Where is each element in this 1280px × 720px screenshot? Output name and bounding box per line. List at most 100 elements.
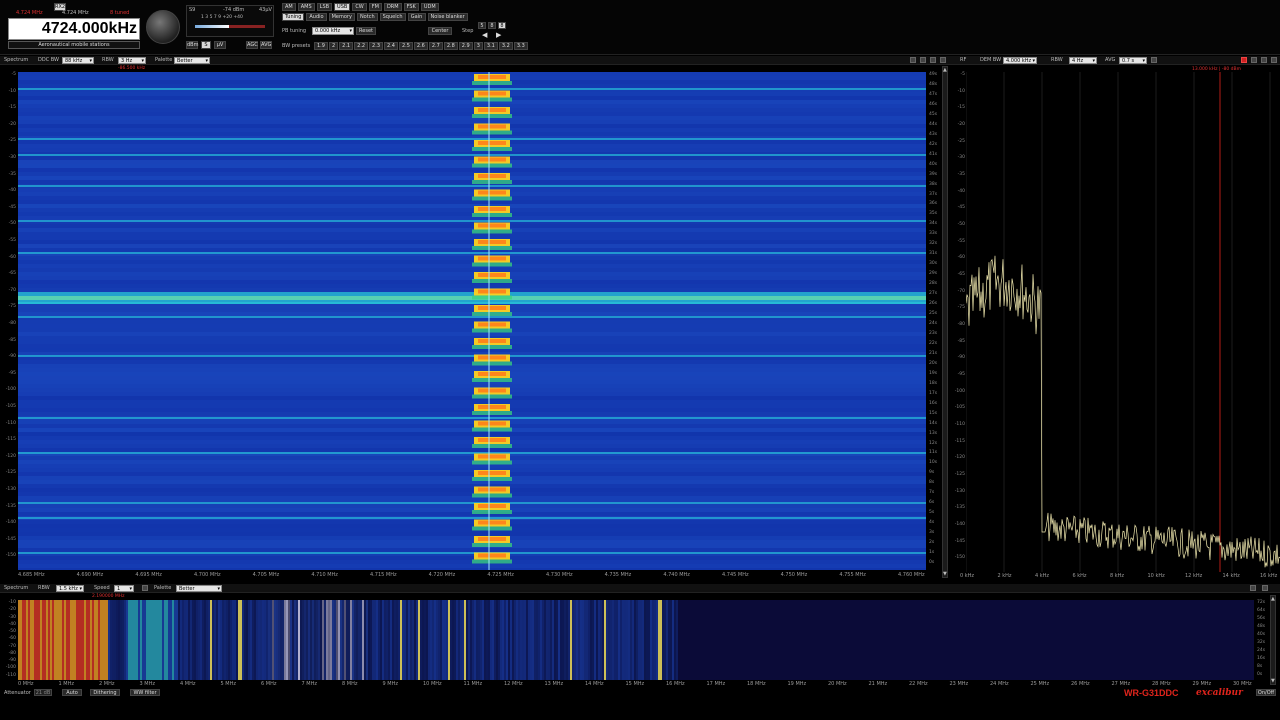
step-up-button[interactable]: 8 — [498, 22, 506, 29]
close-icon[interactable] — [940, 57, 946, 63]
band-column — [244, 600, 246, 680]
rf-rbw-select[interactable]: 4 Hz — [1069, 57, 1097, 65]
palette-select[interactable]: Better — [174, 57, 210, 65]
bw-preset-button[interactable]: 2 — [328, 42, 339, 50]
auto-button[interactable]: Auto — [62, 689, 82, 696]
center-button[interactable]: Center — [428, 27, 452, 35]
band-column — [668, 600, 670, 680]
tab-memory[interactable]: Memory — [328, 13, 355, 21]
tab-notch[interactable]: Notch — [356, 13, 378, 21]
ww-filter-button[interactable]: WW filter — [130, 689, 160, 696]
scroll-up-icon[interactable]: ▲ — [943, 67, 947, 73]
band-scroll-up-icon[interactable]: ▲ — [1271, 596, 1275, 602]
bw-preset-button[interactable]: 3.1 — [483, 42, 498, 50]
avg-button[interactable]: AVG — [260, 41, 272, 49]
signal-burst-core — [478, 223, 506, 228]
bw-preset-button[interactable]: 3 — [473, 42, 483, 50]
rbw-select[interactable]: 3 Hz — [118, 57, 146, 65]
bw-preset-button[interactable]: 2.9 — [458, 42, 473, 50]
dem-bw-select[interactable]: 4.000 kHz — [1003, 57, 1037, 65]
band-rbw-select[interactable]: 1.5 kHz — [56, 585, 84, 593]
step-right-icon[interactable]: ▶ — [496, 31, 501, 39]
attenuator-value[interactable]: 21 dB — [34, 689, 52, 696]
power-button[interactable]: On/Off — [1256, 689, 1276, 696]
mode-fsk-button[interactable]: FSK — [403, 3, 419, 11]
band-column — [472, 600, 474, 680]
step-down-button[interactable]: 5 — [478, 22, 486, 29]
band-column — [484, 600, 486, 680]
bw-preset-button[interactable]: 2.6 — [413, 42, 428, 50]
band-column — [58, 600, 60, 680]
band-minimize-icon[interactable] — [1250, 585, 1256, 591]
bw-preset-button[interactable]: 2.1 — [339, 42, 354, 50]
tab-tuning[interactable]: Tuning — [282, 13, 305, 21]
band-column — [568, 600, 570, 680]
scroll-down-icon[interactable]: ▼ — [943, 571, 947, 577]
bw-preset-button[interactable]: 3.3 — [513, 42, 528, 50]
band-maximize-icon[interactable] — [1262, 585, 1268, 591]
tuning-knob[interactable] — [146, 10, 180, 44]
mode-usb-button[interactable]: USB — [334, 3, 351, 11]
waterfall-display[interactable] — [18, 72, 926, 570]
ddc-bw-select[interactable]: 88 kHz — [62, 57, 94, 65]
bottom-bar: Attenuator 21 dB Auto Dithering WW filte… — [0, 688, 1280, 720]
bw-preset-button[interactable]: 2.3 — [369, 42, 383, 50]
agc-button[interactable]: AGC — [246, 41, 258, 49]
uv-button[interactable]: µV — [214, 41, 226, 49]
avg-select[interactable]: 0.7 s — [1119, 57, 1147, 65]
bw-preset-button[interactable]: 2.2 — [354, 42, 369, 50]
rf-minimize-icon[interactable] — [1251, 57, 1257, 63]
band-column — [392, 600, 394, 680]
minimize-icon[interactable] — [920, 57, 926, 63]
mode-udm-button[interactable]: UDM — [420, 3, 439, 11]
mode-fm-button[interactable]: FM — [368, 3, 382, 11]
tab-squelch[interactable]: Squelch — [379, 13, 406, 21]
mode-cw-button[interactable]: CW — [352, 3, 367, 11]
band-palette-select[interactable]: Better — [176, 585, 222, 593]
dbm-button[interactable]: dBm — [186, 41, 198, 49]
band-settings-icon[interactable] — [142, 585, 148, 591]
band-column — [548, 600, 550, 680]
band-column — [228, 600, 230, 680]
mode-ams-button[interactable]: AMS — [297, 3, 315, 11]
bw-preset-button[interactable]: 2.4 — [384, 42, 398, 50]
band-waterfall[interactable] — [18, 600, 1254, 680]
frequency-display[interactable]: 4724.000kHz — [8, 18, 140, 40]
bw-preset-button[interactable]: 3.2 — [498, 42, 513, 50]
waterfall-noise-row — [18, 304, 926, 308]
rf-close-icon[interactable] — [1271, 57, 1277, 63]
audio-spectrum-display[interactable] — [966, 72, 1280, 572]
tab-noise-blanker[interactable]: Noise blanker — [427, 13, 468, 21]
speed-select[interactable]: 1 — [114, 585, 134, 593]
step-mid-button[interactable]: 8 — [488, 22, 496, 29]
record-icon[interactable] — [1241, 57, 1247, 63]
band-column — [196, 600, 198, 680]
s-meter-scale: 1 3 5 7 9 +20 +40 — [201, 15, 243, 20]
bw-preset-button[interactable]: 2.7 — [428, 42, 443, 50]
band-column — [54, 600, 56, 680]
waterfall-scrollbar[interactable]: ▲ ▼ — [942, 66, 948, 578]
rf-maximize-icon[interactable] — [1261, 57, 1267, 63]
pb-tuning-input[interactable]: 0.000 kHz — [312, 27, 354, 35]
s-button[interactable]: S — [201, 41, 211, 49]
band-column — [482, 600, 484, 680]
tab-audio[interactable]: Audio — [306, 13, 327, 21]
tab-gain[interactable]: Gain — [407, 13, 426, 21]
maximize-icon[interactable] — [930, 57, 936, 63]
step-left-icon[interactable]: ◀ — [482, 31, 487, 39]
axis-tick-label: -50 — [8, 221, 16, 227]
mode-drm-button[interactable]: DRM — [383, 3, 402, 11]
band-column — [658, 600, 660, 680]
lock-icon[interactable] — [1151, 57, 1157, 63]
mode-am-button[interactable]: AM — [282, 3, 296, 11]
axis-tick-label: 37s — [929, 191, 938, 197]
panel-icon[interactable] — [910, 57, 916, 63]
bw-preset-button[interactable]: 1.9 — [314, 42, 328, 50]
bw-preset-button[interactable]: 2.5 — [398, 42, 413, 50]
band-scroll-down-icon[interactable]: ▼ — [1271, 678, 1275, 684]
band-scrollbar[interactable]: ▲ ▼ — [1270, 595, 1276, 685]
bw-preset-button[interactable]: 2.8 — [443, 42, 458, 50]
mode-lsb-button[interactable]: LSB — [316, 3, 333, 11]
dithering-button[interactable]: Dithering — [90, 689, 120, 696]
pb-reset-button[interactable]: Reset — [356, 27, 376, 35]
